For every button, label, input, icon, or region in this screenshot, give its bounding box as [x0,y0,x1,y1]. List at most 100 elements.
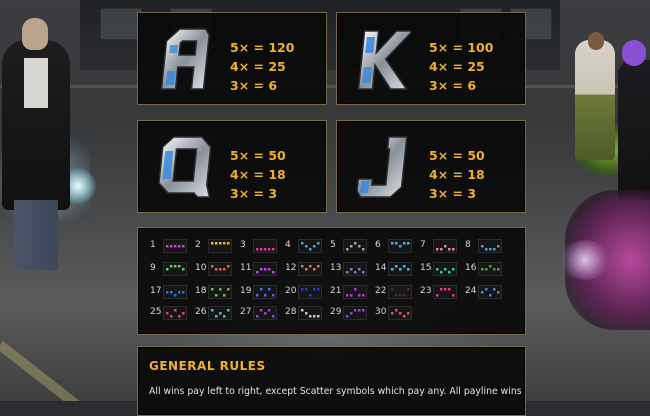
payline-dot [166,268,169,271]
payline-dot [272,315,275,318]
payline-dot [313,245,316,248]
payline-item: 5 [330,238,370,253]
payline-number: 28 [285,307,297,317]
payline-dot [178,265,181,268]
payline-dot [256,248,259,251]
payline-item: 28 [285,305,325,320]
payline-number: 17 [150,286,162,296]
payline-pattern [253,306,277,320]
payline-item: 30 [375,305,415,320]
payline-dot [436,248,439,251]
payline-dot [211,288,214,291]
payline-dot [260,309,263,312]
payline-dot [170,291,173,294]
payline-pattern [208,239,232,253]
payline-dot [436,294,439,297]
payline-number: 22 [375,286,387,296]
left-character-shirt [24,58,48,108]
payline-dot [166,245,169,248]
payline-item: 19 [240,284,280,299]
payline-dot [444,288,447,291]
payline-dot [448,288,451,291]
payline-pattern [163,285,187,299]
payline-pattern [253,239,277,253]
payline-dot [227,242,230,245]
payout-4x: 4× = 18 [429,167,485,182]
payline-dot [362,248,365,251]
payline-number: 16 [465,263,477,273]
payline-dot [407,268,410,271]
payout-4x: 4× = 18 [230,167,286,182]
payline-number: 7 [420,240,426,250]
right-character-2-head [622,40,646,66]
letter-k-icon [357,30,411,90]
payline-pattern [388,239,412,253]
payline-dot [215,315,218,318]
payline-dot [395,242,398,245]
payline-dot [166,312,169,315]
payline-dot [317,265,320,268]
payline-dot [272,248,275,251]
paytable-symbol-a: 5× = 120 4× = 25 3× = 6 [137,12,327,105]
payline-number: 23 [420,286,432,296]
payline-item: 27 [240,305,280,320]
payline-dot [223,242,226,245]
payline-dot [399,245,402,248]
payline-item: 15 [420,261,460,276]
payline-dot [219,242,222,245]
payline-dot [346,315,349,318]
payline-item: 6 [375,238,415,253]
payline-dot [358,268,361,271]
payout-3x: 3× = 6 [230,78,278,93]
payline-pattern [208,262,232,276]
payline-item: 21 [330,284,370,299]
payline-dot [346,294,349,297]
payout-list: 5× = 100 4× = 25 3× = 6 [429,38,493,95]
letter-q-icon [158,136,212,198]
payline-dot [260,248,263,251]
payline-dot [268,248,271,251]
payline-dot [317,288,320,291]
payline-item: 4 [285,238,325,253]
payline-dot [211,309,214,312]
payline-dot [223,268,226,271]
payline-dot [489,265,492,268]
payline-dot [354,288,357,291]
payline-number: 5 [330,240,336,250]
letter-j-icon [356,136,408,198]
payline-dot [444,268,447,271]
payline-dot [395,309,398,312]
payline-dot [395,265,398,268]
payout-5x: 5× = 120 [230,40,295,55]
payline-dot [350,268,353,271]
payline-dot [305,312,308,315]
right-character-1 [575,40,615,160]
payline-item: 22 [375,284,415,299]
payline-dot [403,265,406,268]
payline-dot [407,288,410,291]
payline-dot [493,268,496,271]
payline-pattern [208,306,232,320]
payline-dot [346,248,349,251]
payline-dot [346,271,349,274]
payline-dot [485,288,488,291]
payline-dot [215,242,218,245]
payline-pattern [388,306,412,320]
payline-dot [444,245,447,248]
payline-dot [362,271,365,274]
payline-dot [354,242,357,245]
payline-dot [227,288,230,291]
payline-number: 10 [195,263,207,273]
payline-dot [256,294,259,297]
payout-5x: 5× = 50 [230,148,286,163]
payline-number: 24 [465,286,477,296]
payline-dot [182,291,185,294]
payline-dot [256,271,259,274]
payline-number: 11 [240,263,252,273]
payline-number: 8 [465,240,471,250]
payline-pattern [343,306,367,320]
payline-dot [350,312,353,315]
payline-dot [219,288,222,291]
payline-dot [395,294,398,297]
payline-item: 11 [240,261,280,276]
